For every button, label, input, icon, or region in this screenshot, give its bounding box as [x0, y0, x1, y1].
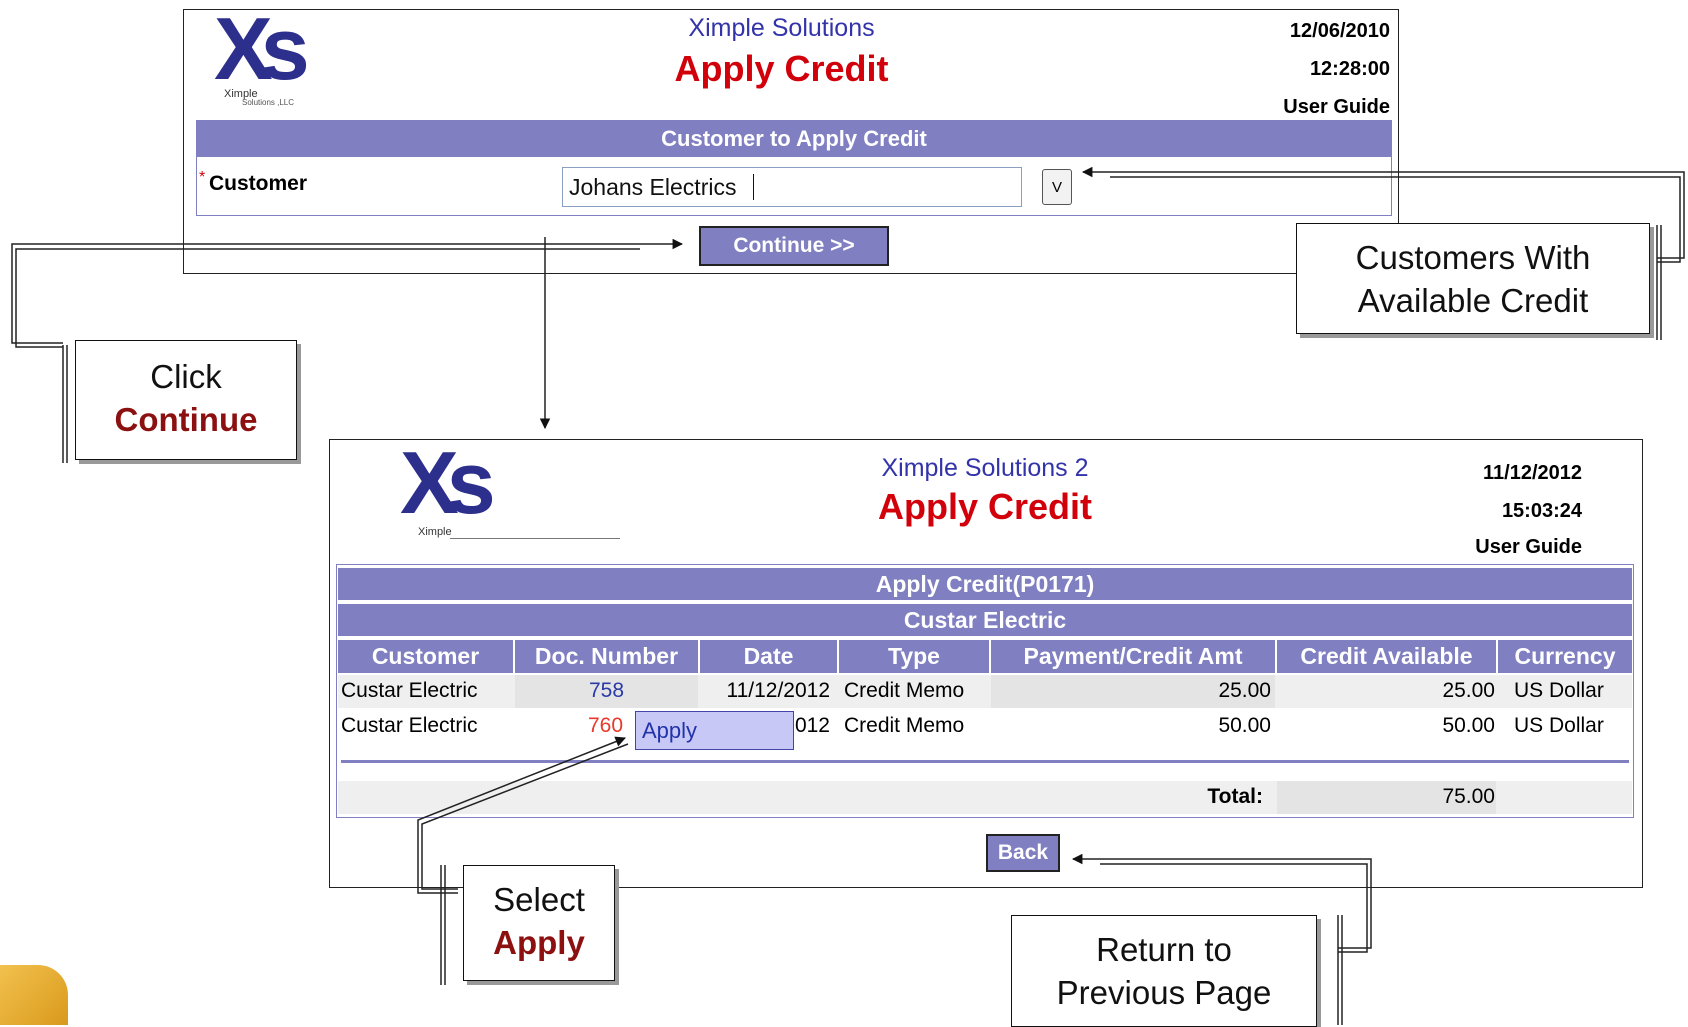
callout-return-previous-page: Return to Previous Page — [1011, 915, 1317, 1027]
callout-select-apply: Select Apply — [463, 865, 615, 981]
callout-return-line2: Previous Page — [1056, 974, 1272, 1011]
callout-customers-available-credit: Customers With Available Credit — [1296, 223, 1650, 334]
callout-customers-line1: Customers With — [1355, 239, 1591, 276]
connector-lines — [11, 166, 1685, 1025]
callout-select-line1: Select — [493, 881, 585, 918]
callout-click-line2: Continue — [114, 401, 258, 438]
corner-decoration-graphic — [0, 965, 68, 1025]
callout-select-line2: Apply — [493, 924, 585, 961]
callout-click-continue: Click Continue — [75, 340, 297, 460]
callout-return-line1: Return to — [1096, 931, 1232, 968]
callout-customers-line2: Available Credit — [1357, 282, 1589, 319]
callout-click-line1: Click — [150, 358, 222, 395]
